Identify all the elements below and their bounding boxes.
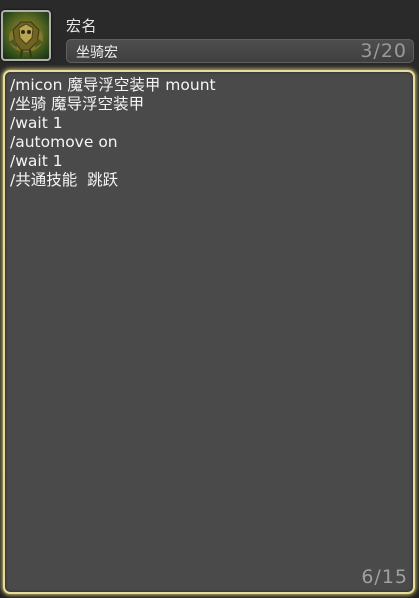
macro-lines: /micon 魔导浮空装甲 mount /坐骑 魔导浮空装甲 /wait 1 /… <box>10 76 216 190</box>
macro-line: /共通技能 跳跃 <box>10 171 119 189</box>
macro-line: /wait 1 <box>10 114 63 132</box>
macro-line-count: 6/15 <box>361 566 408 588</box>
macro-edit-window: 宏名 坐骑宏 3/20 /micon 魔导浮空装甲 mount /坐骑 魔导浮空… <box>0 0 419 598</box>
macro-line: /automove on <box>10 133 118 151</box>
macro-name-label: 宏名 <box>66 17 98 35</box>
macro-line: /micon 魔导浮空装甲 mount <box>10 76 216 94</box>
macro-name-char-count: 3/20 <box>360 40 407 62</box>
macro-name-field[interactable]: 坐骑宏 3/20 <box>66 39 414 63</box>
mount-icon[interactable] <box>1 10 51 61</box>
macro-name-value: 坐骑宏 <box>76 45 118 61</box>
macro-text-editor[interactable]: /micon 魔导浮空装甲 mount /坐骑 魔导浮空装甲 /wait 1 /… <box>3 70 415 594</box>
macro-line: /wait 1 <box>10 152 63 170</box>
macro-line: /坐骑 魔导浮空装甲 <box>10 95 145 113</box>
